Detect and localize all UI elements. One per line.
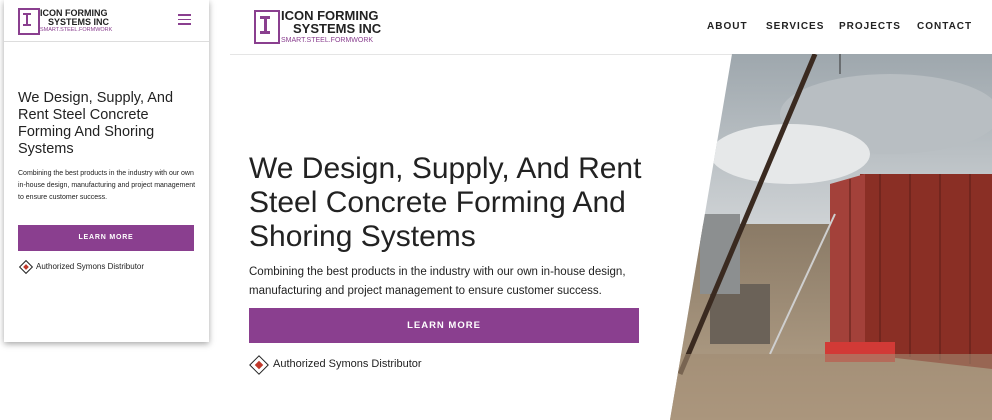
logo-line-2: SYSTEMS INC	[48, 17, 110, 27]
mobile-header: ICON FORMING SYSTEMS INC SMART.STEEL.FOR…	[4, 0, 209, 42]
learn-more-button[interactable]: LEARN MORE	[249, 308, 639, 343]
mobile-preview: ICON FORMING SYSTEMS INC SMART.STEEL.FOR…	[4, 0, 209, 342]
mobile-hero-title: We Design, Supply, And Rent Steel Concre…	[18, 90, 174, 157]
symons-diamond-icon	[249, 355, 269, 375]
nav-projects[interactable]: PROJECTS	[839, 21, 901, 32]
mobile-distributor-text: Authorized Symons Distributor	[36, 262, 145, 271]
logo-tagline: SMART.STEEL.FORMWORK	[40, 27, 113, 33]
logo-line-2: SYSTEMS INC	[293, 21, 382, 36]
logo-icon[interactable]	[254, 10, 280, 44]
hamburger-icon[interactable]	[178, 14, 191, 25]
distributor-text: Authorized Symons Distributor	[273, 358, 422, 370]
hero-description: Combining the best products in the indus…	[249, 266, 626, 297]
hero-construction-image	[670, 54, 992, 420]
logo-text[interactable]: ICON FORMING SYSTEMS INC SMART.STEEL.FOR…	[40, 9, 112, 34]
nav-about[interactable]: ABOUT	[707, 21, 748, 32]
nav-contact[interactable]: CONTACT	[917, 21, 972, 32]
logo-tagline: SMART.STEEL.FORMWORK	[281, 37, 374, 44]
nav-services[interactable]: SERVICES	[766, 21, 824, 32]
symons-diamond-icon	[18, 259, 34, 275]
hero-title: We Design, Supply, And Rent Steel Concre…	[249, 152, 642, 253]
mobile-learn-more-button[interactable]: LEARN MORE	[18, 225, 194, 251]
logo-icon[interactable]	[18, 8, 40, 35]
mobile-hero-description: Combining the best products in the indus…	[18, 170, 196, 201]
logo-text[interactable]: ICON FORMING SYSTEMS INC SMART.STEEL.FOR…	[281, 9, 381, 44]
